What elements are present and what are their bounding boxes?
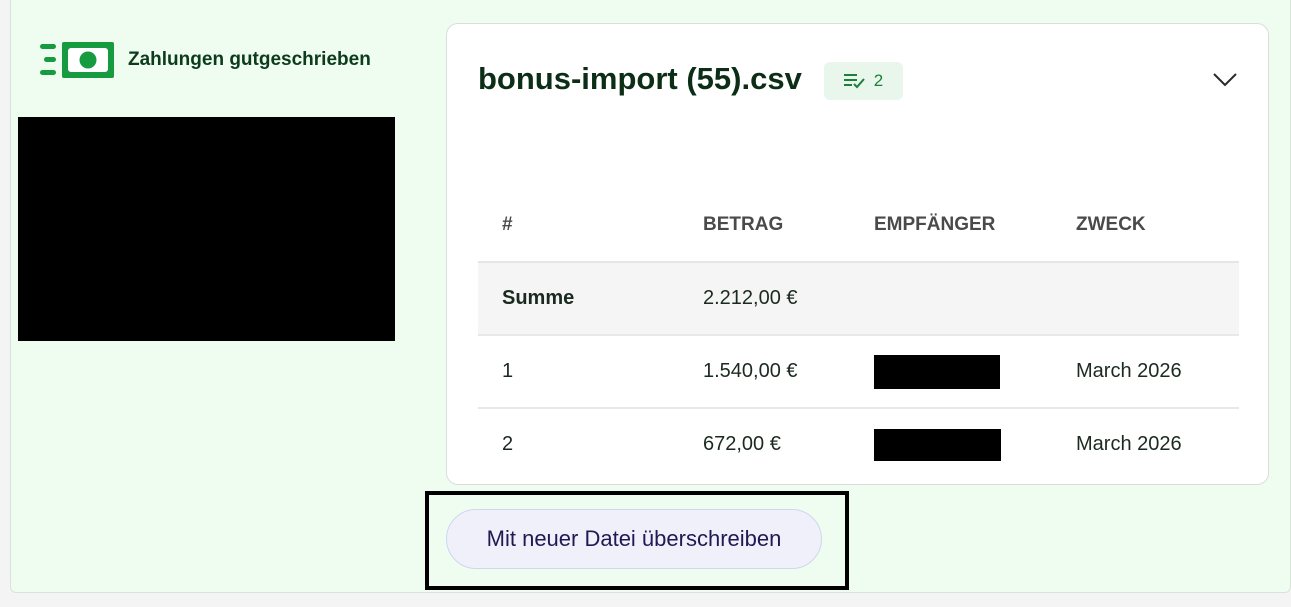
expand-toggle[interactable] (1212, 70, 1238, 88)
row-count: 2 (873, 71, 884, 90)
table-row: 1 1.540,00 € March 2026 (478, 335, 1239, 409)
row-amount: 1.540,00 € (703, 335, 874, 409)
row-purpose: March 2026 (1076, 433, 1182, 455)
row-index: 2 (502, 433, 514, 455)
redacted-recipient (874, 428, 1001, 461)
header-purpose: ZWECK (1076, 189, 1239, 263)
redacted-recipient (874, 354, 1000, 389)
overwrite-file-button[interactable]: Mit neuer Datei überschreiben (446, 509, 822, 569)
header-recipient: EMPFÄNGER (874, 189, 1076, 263)
redacted-area (18, 117, 395, 341)
header-amount: BETRAG (703, 189, 874, 263)
file-card: bonus-import (55).csv 2 # BETRAG EMPFÄNG… (446, 23, 1269, 485)
money-bill-icon (40, 42, 114, 78)
table-header-row: # BETRAG EMPFÄNGER ZWECK (478, 189, 1239, 263)
row-purpose: March 2026 (1076, 335, 1239, 409)
table-row: 2 672,00 € March 2026 (478, 408, 1239, 480)
file-name: bonus-import (55).csv (478, 61, 802, 96)
sum-row: Summe 2.212,00 € (478, 262, 1239, 336)
sum-amount: 2.212,00 € (703, 262, 874, 336)
header-index: # (478, 189, 703, 263)
payment-status: Zahlungen gutgeschrieben (40, 40, 371, 80)
sum-label: Summe (478, 262, 703, 336)
row-count-badge: 2 (824, 62, 903, 100)
payments-table: # BETRAG EMPFÄNGER ZWECK Summe 2.212,00 … (478, 189, 1239, 480)
row-index: 1 (478, 335, 703, 409)
status-label: Zahlungen gutgeschrieben (128, 49, 371, 70)
list-check-icon (843, 74, 865, 89)
chevron-down-icon (1213, 73, 1237, 87)
row-amount: 672,00 € (703, 433, 781, 455)
